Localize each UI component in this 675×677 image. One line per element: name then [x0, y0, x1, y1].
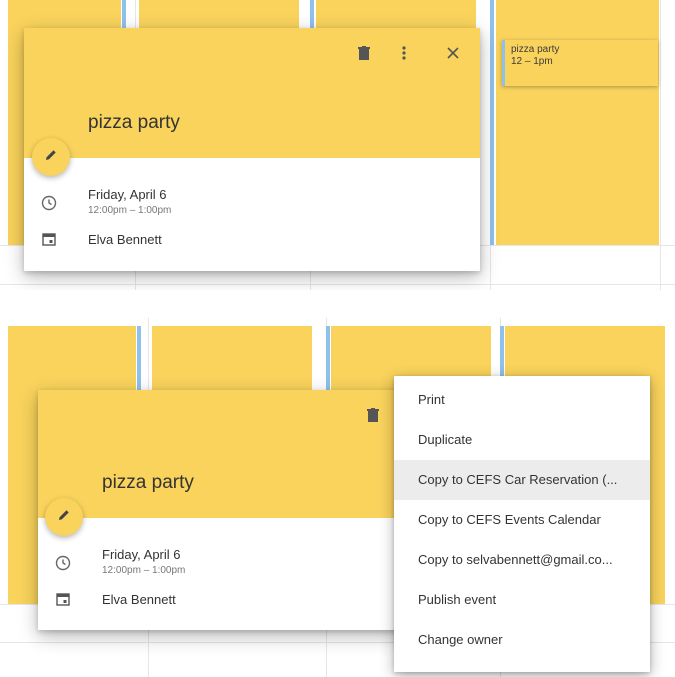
menu-item-publish-event[interactable]: Publish event [394, 580, 650, 620]
edit-button[interactable] [32, 138, 70, 176]
event-title: pizza party [102, 472, 194, 493]
delete-icon[interactable] [362, 404, 384, 426]
menu-item-change-owner[interactable]: Change owner [394, 620, 650, 660]
menu-item-duplicate[interactable]: Duplicate [394, 420, 650, 460]
event-chip[interactable]: pizza party 12 – 1pm [502, 40, 658, 86]
edit-button[interactable] [45, 498, 83, 536]
more-options-menu: Print Duplicate Copy to CEFS Car Reserva… [394, 376, 650, 672]
event-time: 12:00pm – 1:00pm [102, 565, 186, 576]
calendar-view-bottom: pizza party Friday, April 6 12:00pm – 1:… [0, 318, 675, 677]
clock-icon [40, 194, 58, 212]
event-date: Friday, April 6 [102, 547, 181, 562]
grid-line [660, 0, 661, 290]
more-vert-icon[interactable] [393, 42, 415, 64]
clock-icon [54, 554, 72, 572]
event-card-header: pizza party [24, 28, 480, 158]
menu-item-copy-car-reservation[interactable]: Copy to CEFS Car Reservation (... [394, 460, 650, 500]
event-block-stripe [490, 0, 494, 245]
calendar-icon [40, 230, 58, 248]
event-title: pizza party [88, 112, 180, 133]
edit-pencil-icon [44, 148, 58, 167]
event-time: 12:00pm – 1:00pm [88, 205, 172, 216]
event-chip-title: pizza party [511, 44, 560, 55]
grid-line [0, 284, 675, 285]
menu-item-print[interactable]: Print [394, 380, 650, 420]
calendar-icon [54, 590, 72, 608]
event-detail-card: pizza party Friday, April 6 12:00pm – 1:… [24, 28, 480, 271]
event-chip-time: 12 – 1pm [511, 56, 553, 67]
event-block[interactable] [496, 0, 659, 245]
event-date: Friday, April 6 [88, 187, 167, 202]
delete-icon[interactable] [353, 42, 375, 64]
menu-item-copy-personal[interactable]: Copy to selvabennett@gmail.co... [394, 540, 650, 580]
event-calendar-owner: Elva Bennett [102, 592, 176, 607]
close-icon[interactable] [442, 42, 464, 64]
menu-item-copy-events-calendar[interactable]: Copy to CEFS Events Calendar [394, 500, 650, 540]
event-calendar-owner: Elva Bennett [88, 232, 162, 247]
calendar-view-top: pizza party 12 – 1pm pizza party Friday,… [0, 0, 675, 290]
edit-pencil-icon [57, 508, 71, 527]
